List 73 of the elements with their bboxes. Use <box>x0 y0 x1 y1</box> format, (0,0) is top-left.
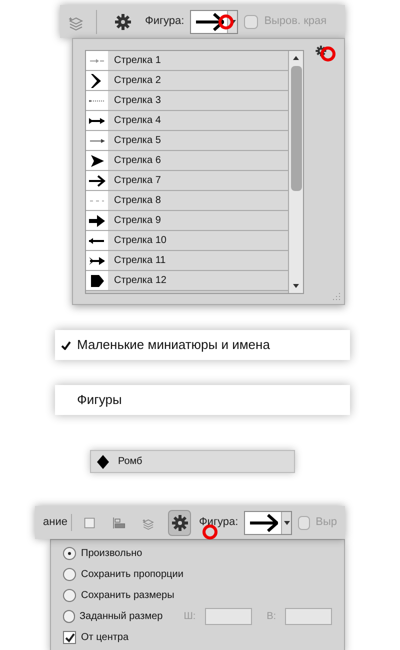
radio-label: Сохранить размеры <box>81 589 174 603</box>
shape-name: Стрелка 4 <box>114 114 161 128</box>
arrow-icon <box>87 212 107 228</box>
square-icon <box>84 516 96 530</box>
checkbox-label: От центра <box>81 631 129 645</box>
checkbox[interactable] <box>63 631 76 644</box>
arrow-icon <box>248 512 278 534</box>
diamond-icon <box>96 454 110 468</box>
shape-name: Стрелка 12 <box>114 274 166 288</box>
shape-name: Стрелка 6 <box>114 154 161 168</box>
toolbar-label: ание <box>43 514 72 531</box>
shape-list-item[interactable]: Стрелка 10 <box>86 231 288 251</box>
shape-name: Стрелка 7 <box>114 174 161 188</box>
settings-icon <box>170 514 189 532</box>
arrow-icon <box>87 172 107 188</box>
shape-list-item[interactable]: Стрелка 5 <box>86 131 288 151</box>
shape-name: Стрелка 10 <box>114 234 166 248</box>
shape-label: Фигура: <box>198 515 238 530</box>
shape-name: Стрелка 11 <box>114 254 166 268</box>
menu-item-label: Фигуры <box>77 391 122 410</box>
radio-label: Сохранить пропорции <box>81 568 184 582</box>
menu-item-label: Маленькие миниатюры и имена <box>77 336 270 354</box>
radio-button[interactable] <box>63 589 76 602</box>
scrollbar[interactable] <box>288 51 303 293</box>
shape-list-item[interactable]: Стрелка 9 <box>86 211 288 231</box>
checkbox-label: Выр <box>316 515 337 530</box>
settings-button[interactable] <box>168 510 191 536</box>
shape-list-item[interactable]: Стрелка 3 <box>86 91 288 111</box>
width-field[interactable] <box>204 608 252 625</box>
arrow-icon <box>88 98 106 102</box>
radio-button[interactable] <box>63 610 74 623</box>
shape-list-item[interactable]: Стрелка 12 <box>86 271 288 291</box>
radio-label: Заданный размер <box>80 610 163 624</box>
shape-list-item[interactable]: Стрелка 2 <box>86 71 288 91</box>
shape-list-item[interactable]: Стрелка 11 <box>86 251 288 271</box>
shape-name: Стрелка 8 <box>114 194 161 208</box>
scroll-down-icon <box>293 284 299 288</box>
settings-icon <box>315 45 327 57</box>
shape-list-item[interactable]: Стрелка 4 <box>86 111 288 131</box>
shape-name: Стрелка 5 <box>114 134 161 148</box>
check-icon <box>61 340 71 350</box>
menu-item[interactable]: Маленькие миниатюры и имена <box>55 330 350 360</box>
checkbox-label: Выров. края <box>264 14 327 30</box>
shape-name: Стрелка 1 <box>114 54 161 68</box>
shape-name: Ромб <box>118 455 142 469</box>
height-field[interactable] <box>285 608 332 625</box>
arrow-icon <box>89 58 105 64</box>
radio-button[interactable] <box>63 568 76 581</box>
scroll-up-icon <box>293 56 299 60</box>
highlight-circle <box>320 46 336 62</box>
highlight-circle <box>218 14 234 30</box>
shape-list-item[interactable]: Стрелка 6 <box>86 151 288 171</box>
shape-list-item[interactable]: Ромб <box>90 450 295 473</box>
menu-item[interactable]: Фигуры <box>55 385 350 415</box>
shape-list-item[interactable]: Стрелка 1 <box>86 51 288 71</box>
radio-label: Произвольно <box>81 547 142 561</box>
arrow-icon <box>194 10 224 32</box>
width-label: Ш: <box>184 610 196 624</box>
align-icon <box>112 514 126 530</box>
arrow-icon <box>88 138 106 144</box>
radio-button[interactable] <box>63 547 76 560</box>
shape-list-item[interactable]: Стрелка 8 <box>86 191 288 211</box>
height-label: В: <box>266 610 276 624</box>
shape-picker[interactable] <box>244 510 292 534</box>
shape-name: Стрелка 9 <box>114 214 161 228</box>
shape-label: Фигура: <box>145 14 184 30</box>
shape-name: Стрелка 2 <box>114 74 161 88</box>
settings-icon <box>114 12 132 30</box>
shape-picker[interactable] <box>190 10 238 34</box>
shape-list-item[interactable]: Стрелка 7 <box>86 171 288 191</box>
caret-icon <box>284 520 290 524</box>
check-icon <box>64 632 74 642</box>
shape-name: Стрелка 3 <box>114 94 161 108</box>
